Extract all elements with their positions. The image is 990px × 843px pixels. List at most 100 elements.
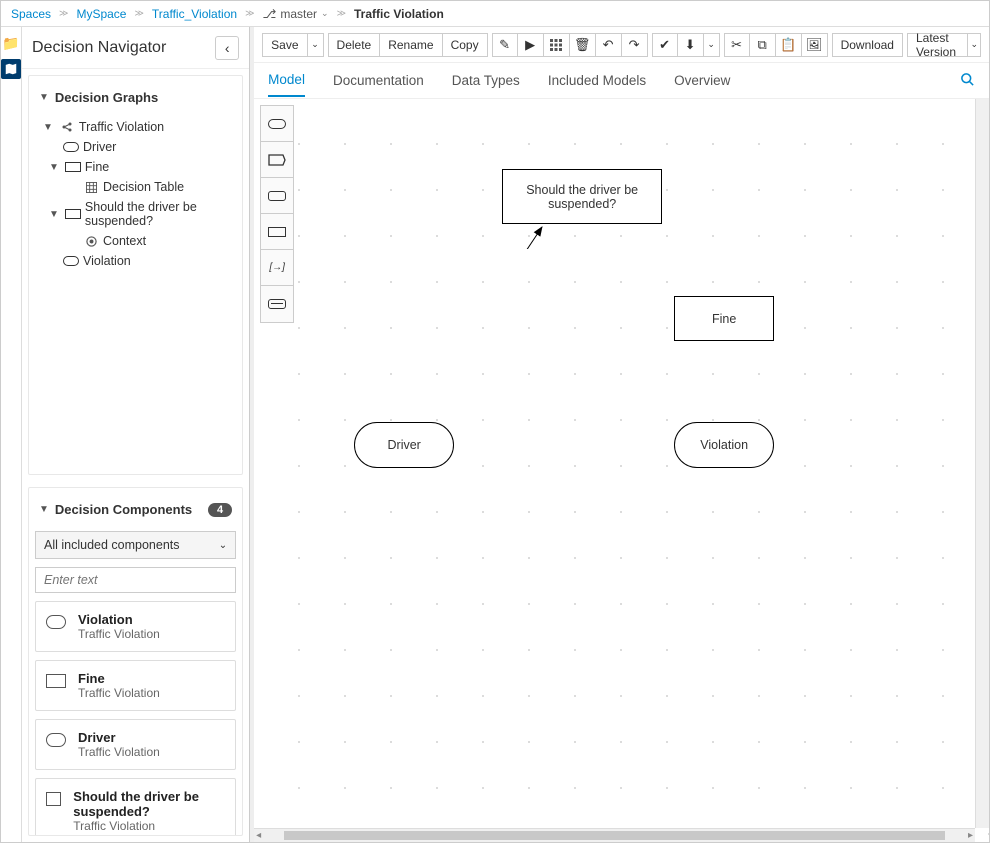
left-rail: 📁 <box>1 27 22 842</box>
component-sub: Traffic Violation <box>78 686 160 700</box>
tree-violation[interactable]: Violation <box>43 251 236 271</box>
decision-graphs-header[interactable]: ▼ Decision Graphs <box>35 84 236 111</box>
breadcrumb-myspace[interactable]: MySpace <box>76 7 126 21</box>
caret-down-icon: ▼ <box>49 162 59 173</box>
chevron-down-icon: ⌄ <box>321 8 329 19</box>
component-title: Violation <box>78 612 160 627</box>
components-filter-dropdown[interactable]: All included components ⌄ <box>35 531 236 559</box>
tab-data-types[interactable]: Data Types <box>452 65 520 96</box>
oval-icon <box>46 615 66 629</box>
check-icon[interactable]: ✔ <box>652 33 678 57</box>
save-button[interactable]: Save <box>262 33 307 57</box>
table-icon <box>83 182 99 193</box>
breadcrumb-project[interactable]: Traffic_Violation <box>152 7 237 21</box>
components-filter-input[interactable] <box>35 567 236 593</box>
oval-icon <box>63 256 79 266</box>
oval-icon <box>46 733 66 747</box>
image-icon[interactable]: 🖼 <box>802 33 828 57</box>
play-icon[interactable]: ▶ <box>518 33 544 57</box>
trash-icon[interactable]: 🗑 <box>570 33 596 57</box>
canvas-scrollbar-vertical[interactable] <box>975 99 989 828</box>
component-card[interactable]: DriverTraffic Violation <box>35 719 236 770</box>
node-suspended[interactable]: Should the driver be suspended? <box>502 169 662 224</box>
navigator-title: Decision Navigator <box>32 39 166 57</box>
tree-driver[interactable]: Driver <box>43 137 236 157</box>
branch-icon: ⎇ <box>263 7 277 21</box>
tab-included-models[interactable]: Included Models <box>548 65 646 96</box>
palette-text[interactable]: [→] <box>261 250 293 286</box>
chevron-left-icon: ‹ <box>225 40 230 56</box>
search-icon[interactable] <box>960 72 975 90</box>
branch-selector[interactable]: ⎇ master ⌄ <box>263 7 329 21</box>
scrollbar-thumb[interactable] <box>284 831 945 840</box>
rect-icon <box>46 674 66 688</box>
tree-suspended[interactable]: ▼ Should the driver be suspended? <box>43 197 236 231</box>
redo-icon[interactable]: ↷ <box>622 33 648 57</box>
components-count-badge: 4 <box>208 503 232 517</box>
editor-tabs: Model Documentation Data Types Included … <box>254 63 989 99</box>
share-icon <box>59 121 75 133</box>
folder-icon[interactable]: 📁 <box>1 33 21 53</box>
rect-icon <box>46 792 61 806</box>
download-button[interactable]: Download <box>832 33 903 57</box>
cut-icon[interactable]: ✂ <box>724 33 750 57</box>
tab-documentation[interactable]: Documentation <box>333 65 424 96</box>
map-icon[interactable] <box>1 59 21 79</box>
component-card[interactable]: Should the driver be suspended?Traffic V… <box>35 778 236 836</box>
node-driver[interactable]: Driver <box>354 422 454 468</box>
tab-overview[interactable]: Overview <box>674 65 730 96</box>
palette-rect[interactable] <box>261 214 293 250</box>
decision-navigator-panel: Decision Navigator ‹ ▼ Decision Graphs ▼… <box>22 27 250 842</box>
rect-icon <box>65 209 81 219</box>
download-icon[interactable]: ⬇ <box>678 33 704 57</box>
chevron-down-icon: ⌄ <box>311 39 319 50</box>
chevron-down-icon: ⌄ <box>970 39 978 50</box>
context-icon <box>83 236 99 247</box>
rename-button[interactable]: Rename <box>380 33 442 57</box>
oval-icon <box>63 142 79 152</box>
tab-model[interactable]: Model <box>268 64 305 97</box>
component-card[interactable]: ViolationTraffic Violation <box>35 601 236 652</box>
component-card[interactable]: FineTraffic Violation <box>35 660 236 711</box>
node-violation[interactable]: Violation <box>674 422 774 468</box>
canvas-scrollbar-horizontal[interactable]: ◂ ▸ <box>254 828 975 842</box>
canvas[interactable]: [→] Should the driver be suspended? Fine… <box>254 99 989 842</box>
collapse-button[interactable]: ‹ <box>215 36 239 60</box>
copy-button[interactable]: Copy <box>443 33 488 57</box>
save-dropdown[interactable]: ⌄ <box>308 33 324 57</box>
delete-button[interactable]: Delete <box>328 33 381 57</box>
edit-icon[interactable]: ✎ <box>492 33 518 57</box>
breadcrumb: Spaces ≫ MySpace ≫ Traffic_Violation ≫ ⎇… <box>1 1 989 27</box>
palette-data[interactable] <box>261 286 293 322</box>
tree-fine[interactable]: ▼ Fine <box>43 157 236 177</box>
component-sub: Traffic Violation <box>73 819 225 833</box>
tree-context[interactable]: Context <box>43 231 236 251</box>
component-title: Should the driver be suspended? <box>73 789 225 819</box>
chevron-down-icon: ⌄ <box>707 39 715 50</box>
editor-area: Save ⌄ Delete Rename Copy ✎ ▶ 🗑 ↶ ↷ ✔ ⬇ <box>254 27 989 842</box>
breadcrumb-sep: ≫ <box>245 8 254 19</box>
undo-icon[interactable]: ↶ <box>596 33 622 57</box>
component-title: Driver <box>78 730 160 745</box>
palette-rounded-rect[interactable] <box>261 178 293 214</box>
tree-root[interactable]: ▼ Traffic Violation <box>43 117 236 137</box>
paste-icon[interactable]: 📋 <box>776 33 802 57</box>
caret-down-icon: ▼ <box>39 92 49 103</box>
shape-palette: [→] <box>260 105 294 323</box>
palette-annotation[interactable] <box>261 142 293 178</box>
version-selector[interactable]: Latest Version <box>907 33 968 57</box>
breadcrumb-sep: ≫ <box>134 8 143 19</box>
tree-decision-table[interactable]: Decision Table <box>43 177 236 197</box>
caret-down-icon: ▼ <box>43 122 53 133</box>
component-title: Fine <box>78 671 160 686</box>
decision-components-header[interactable]: ▼ Decision Components 4 <box>35 496 236 523</box>
version-dropdown[interactable]: ⌄ <box>968 33 981 57</box>
copy-icon[interactable]: ⧉ <box>750 33 776 57</box>
download-dropdown[interactable]: ⌄ <box>704 33 720 57</box>
breadcrumb-spaces[interactable]: Spaces <box>11 7 51 21</box>
chevron-down-icon: ⌄ <box>219 540 227 551</box>
caret-down-icon: ▼ <box>49 209 59 220</box>
node-fine[interactable]: Fine <box>674 296 774 341</box>
palette-oval[interactable] <box>261 106 293 142</box>
grid-icon[interactable] <box>544 33 570 57</box>
